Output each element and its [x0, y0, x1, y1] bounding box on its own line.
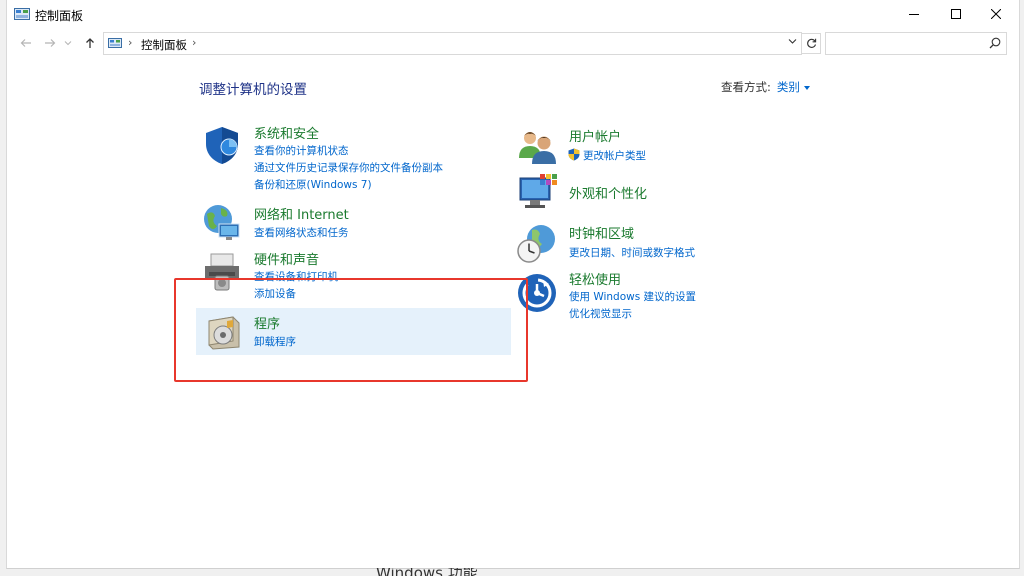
breadcrumb-control-panel[interactable]: 控制面板 [141, 37, 187, 53]
close-button[interactable] [973, 0, 1019, 28]
link-change-account-type[interactable]: 更改帐户类型 [583, 148, 646, 163]
page-heading: 调整计算机的设置 [199, 82, 307, 98]
breadcrumb-separator[interactable]: › [128, 36, 132, 49]
recent-locations-button[interactable] [63, 34, 73, 52]
monitor-palette-icon[interactable] [516, 172, 558, 214]
refresh-button[interactable] [802, 33, 821, 54]
category-user-accounts[interactable]: 用户帐户 [569, 126, 621, 145]
chevron-down-icon [64, 41, 72, 46]
back-button[interactable] [17, 34, 35, 52]
link-view-computer-status[interactable]: 查看你的计算机状态 [254, 143, 349, 158]
category-clock-region[interactable]: 时钟和区域 [569, 223, 634, 242]
link-change-date-time-format[interactable]: 更改日期、时间或数字格式 [569, 245, 695, 260]
category-system-security[interactable]: 系统和安全 [254, 123, 319, 142]
address-row: › 控制面板 › [7, 30, 1019, 56]
up-arrow-icon [86, 38, 94, 48]
view-by: 查看方式: 类别 [721, 79, 810, 95]
minimize-icon [909, 14, 919, 15]
close-icon [991, 9, 1001, 19]
title-bar: 控制面板 [7, 0, 1019, 28]
category-ease-of-access[interactable]: 轻松使用 [569, 269, 621, 288]
control-panel-window: 控制面板 › 控制面板 › 调整计算机的设置 查看方式: 类别 系统和安全 查看… [6, 0, 1020, 569]
back-arrow-icon [20, 39, 31, 47]
uac-shield-icon [568, 148, 580, 161]
clock-globe-icon[interactable] [516, 222, 558, 264]
window-title: 控制面板 [35, 9, 84, 23]
link-network-status[interactable]: 查看网络状态和任务 [254, 225, 349, 240]
address-bar[interactable]: › 控制面板 › [103, 32, 802, 55]
control-panel-icon [108, 38, 122, 48]
category-network-internet[interactable]: 网络和 Internet [254, 204, 349, 223]
view-by-label: 查看方式: [721, 80, 771, 94]
background-window-title: Windows 功能 [376, 568, 478, 576]
refresh-icon [806, 38, 816, 48]
background-window-strip: Windows 功能 [332, 568, 952, 576]
category-appearance[interactable]: 外观和个性化 [569, 183, 647, 202]
up-button[interactable] [81, 34, 99, 52]
search-input[interactable] [830, 33, 984, 54]
forward-button[interactable] [41, 34, 59, 52]
control-panel-app-icon [14, 8, 30, 20]
users-icon[interactable] [516, 126, 558, 168]
search-box[interactable] [825, 32, 1007, 55]
maximize-icon [951, 9, 961, 19]
view-by-dropdown[interactable]: 类别 [777, 80, 800, 94]
view-by-caret-icon[interactable] [803, 85, 810, 90]
minimize-button[interactable] [891, 0, 937, 28]
address-dropdown-icon[interactable] [788, 38, 797, 45]
breadcrumb-separator[interactable]: › [192, 36, 196, 49]
globe-network-icon[interactable] [201, 202, 243, 244]
forward-arrow-icon [45, 39, 56, 47]
annotation-highlight-box [174, 278, 528, 382]
link-optimize-visual-display[interactable]: 优化视觉显示 [569, 306, 632, 321]
link-windows-suggested-settings[interactable]: 使用 Windows 建议的设置 [569, 289, 696, 304]
search-icon[interactable] [989, 37, 1001, 49]
shield-icon[interactable] [201, 124, 243, 166]
link-file-history-backup[interactable]: 通过文件历史记录保存你的文件备份副本 [254, 160, 443, 175]
category-hardware-sound[interactable]: 硬件和声音 [254, 249, 319, 268]
link-backup-restore[interactable]: 备份和还原(Windows 7) [254, 177, 372, 192]
